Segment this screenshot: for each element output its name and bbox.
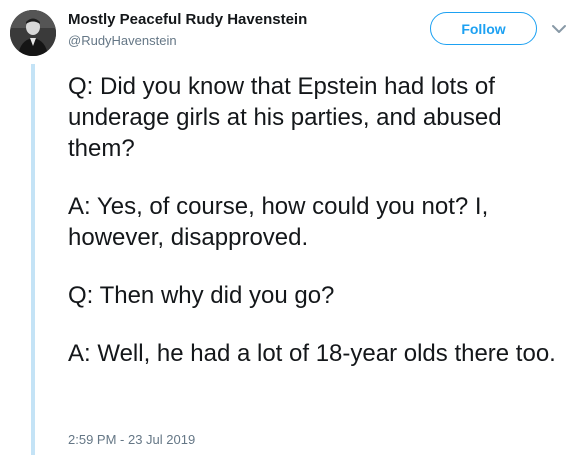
chevron-down-icon [552, 25, 566, 33]
follow-button-label: Follow [461, 20, 506, 37]
tweet-paragraph: A: Yes, of course, how could you not? I,… [68, 193, 489, 251]
tweet-timestamp[interactable]: 2:59 PM - 23 Jul 2019 [68, 432, 195, 447]
tweet-paragraph: Q: Then why did you go? [68, 282, 335, 309]
author-display-name[interactable]: Mostly Peaceful Rudy Havenstein [68, 11, 307, 28]
thread-line [31, 64, 35, 455]
follow-button[interactable]: Follow [430, 12, 537, 45]
author-screen-name[interactable]: @RudyHavenstein [68, 33, 177, 48]
avatar[interactable] [10, 10, 56, 56]
user-avatar-icon [10, 10, 56, 56]
tweet-paragraph: A: Well, he had a lot of 18-year olds th… [68, 340, 556, 367]
more-options-button[interactable] [551, 22, 567, 34]
tweet-text: Q: Did you know that Epstein had lots of… [68, 71, 573, 396]
tweet-paragraph: Q: Did you know that Epstein had lots of… [68, 73, 502, 162]
